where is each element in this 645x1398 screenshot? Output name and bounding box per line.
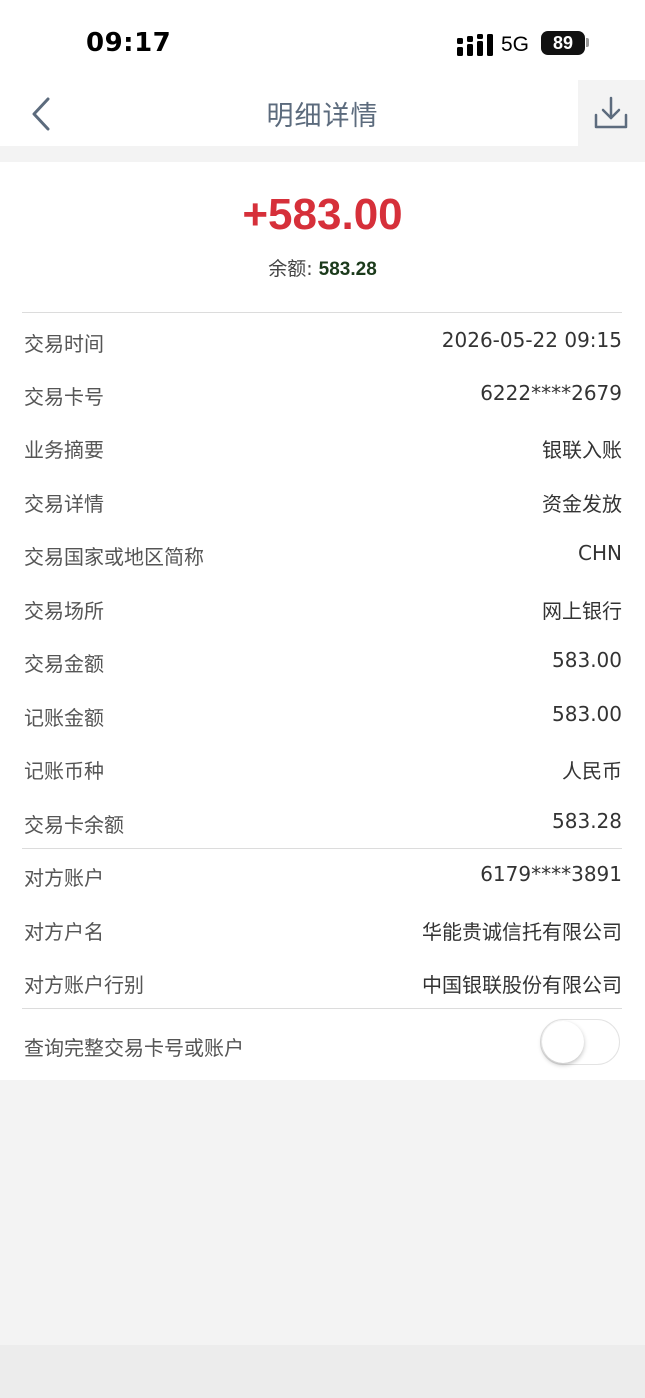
- status-bar: 09:17 5G 89: [0, 0, 645, 80]
- show-full-number-toggle[interactable]: [540, 1019, 620, 1065]
- balance-label: 余额:: [268, 258, 319, 280]
- transaction-detail-card: +583.00 余额: 583.28 交易时间 2026-05-22 09:15…: [0, 162, 645, 1080]
- battery-level: 89: [552, 33, 574, 53]
- row-value: 人民币: [562, 759, 622, 783]
- row-value: 银联入账: [542, 438, 622, 462]
- battery-icon: 89: [541, 31, 585, 55]
- row-label: 记账币种: [24, 759, 104, 783]
- download-button[interactable]: [578, 80, 645, 146]
- detail-row-counterparty-name: 对方户名 华能贵诚信托有限公司: [22, 902, 622, 955]
- row-value: 6222****2679: [480, 381, 622, 405]
- bottom-area: [0, 1345, 645, 1398]
- balance-value: 583.28: [318, 259, 377, 280]
- row-value: 网上银行: [542, 599, 622, 623]
- show-full-number-row: 查询完整交易卡号或账户: [22, 1018, 622, 1068]
- transaction-amount: +583.00: [242, 190, 403, 239]
- row-label: 对方户名: [24, 920, 104, 944]
- row-label: 交易卡余额: [24, 813, 124, 837]
- detail-row-transaction-amount: 交易金额 583.00: [22, 634, 622, 687]
- network-type: 5G: [501, 33, 530, 56]
- nav-bar: 明细详情: [0, 80, 645, 146]
- detail-row-transaction-detail: 交易详情 资金发放: [22, 474, 622, 527]
- signal-strength-icon: [457, 34, 493, 56]
- detail-row-venue: 交易场所 网上银行: [22, 581, 622, 634]
- battery-tip: [586, 38, 589, 47]
- status-time: 09:17: [86, 28, 172, 58]
- row-value: 中国银联股份有限公司: [422, 973, 622, 997]
- row-value: 2026-05-22 09:15: [441, 328, 622, 352]
- detail-row-counterparty-bank: 对方账户行别 中国银联股份有限公司: [22, 955, 622, 1008]
- divider: [22, 1008, 622, 1009]
- row-value: 583.00: [552, 648, 622, 672]
- row-label: 交易场所: [24, 599, 104, 623]
- detail-row-transaction-time: 交易时间 2026-05-22 09:15: [22, 314, 622, 367]
- detail-row-posted-amount: 记账金额 583.00: [22, 688, 622, 741]
- row-value: 583.00: [552, 702, 622, 726]
- detail-row-country: 交易国家或地区简称 CHN: [22, 527, 622, 580]
- download-icon: [594, 96, 628, 129]
- row-label: 记账金额: [24, 706, 104, 730]
- divider: [22, 312, 622, 313]
- row-value: CHN: [578, 541, 622, 565]
- balance-line: 余额: 583.28: [0, 254, 645, 281]
- detail-row-business-summary: 业务摘要 银联入账: [22, 420, 622, 473]
- row-label: 交易卡号: [24, 385, 104, 409]
- row-label: 交易国家或地区简称: [24, 545, 204, 569]
- row-label: 交易金额: [24, 652, 104, 676]
- row-label: 交易时间: [24, 332, 104, 356]
- row-label: 交易详情: [24, 492, 104, 516]
- detail-row-card-balance: 交易卡余额 583.28: [22, 795, 622, 848]
- row-label: 对方账户: [24, 866, 104, 890]
- row-value: 华能贵诚信托有限公司: [422, 920, 622, 944]
- row-value: 583.28: [552, 809, 622, 833]
- page-title: 明细详情: [266, 101, 379, 132]
- row-label: 业务摘要: [24, 438, 104, 462]
- row-value: 资金发放: [542, 492, 622, 516]
- toggle-label: 查询完整交易卡号或账户: [24, 1036, 244, 1060]
- row-value: 6179****3891: [480, 862, 622, 886]
- detail-row-card-number: 交易卡号 6222****2679: [22, 367, 622, 420]
- toggle-knob: [542, 1021, 584, 1063]
- row-label: 对方账户行别: [24, 973, 144, 997]
- detail-row-currency: 记账币种 人民币: [22, 741, 622, 794]
- detail-row-counterparty-account: 对方账户 6179****3891: [22, 848, 622, 901]
